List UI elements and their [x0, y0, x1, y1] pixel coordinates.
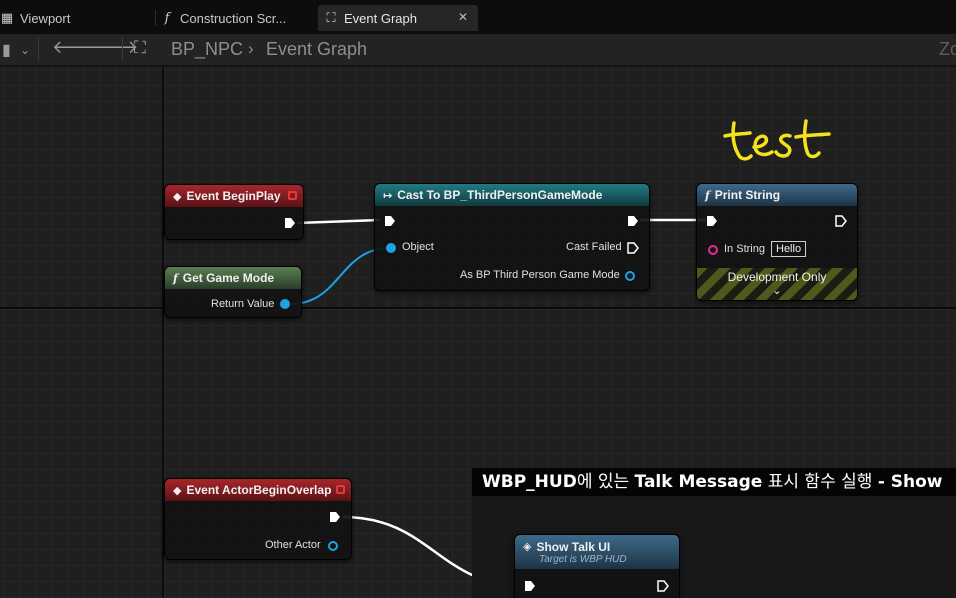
node-event-beginplay[interactable]: ◆ Event BeginPlay	[164, 184, 304, 240]
cast-failed-label: Cast Failed	[566, 241, 622, 253]
delegate-pin-icon[interactable]	[288, 191, 297, 200]
function-icon: f	[705, 188, 710, 202]
exec-out-pin-icon[interactable]	[627, 215, 639, 227]
caption-show: - Show	[877, 472, 943, 492]
tab-divider	[155, 10, 156, 26]
return-value-pin-icon[interactable]	[280, 299, 290, 309]
development-only-banner: Development Only ⌄	[697, 268, 857, 300]
node-title: Event BeginPlay	[186, 189, 281, 203]
node-title: Print String	[714, 188, 781, 202]
exec-out-pin-icon[interactable]	[329, 511, 341, 523]
handwritten-test-annotation	[723, 119, 831, 161]
node-print-string[interactable]: f Print String In String Hello Developme…	[696, 183, 858, 301]
exec-in-pin-icon[interactable]	[524, 580, 536, 592]
graph-canvas[interactable]: ◆ Event BeginPlay f Get Game Mode Return…	[0, 67, 956, 598]
toolbar-divider	[122, 37, 123, 61]
bookmark-icon[interactable]: ▮	[2, 40, 11, 60]
forward-arrow-icon[interactable]: 🡒	[90, 37, 138, 58]
exec-out-pin-icon[interactable]	[657, 580, 669, 592]
exec-wire-beginplay-cast	[296, 218, 381, 225]
event-icon: ◆	[173, 484, 182, 497]
breadcrumb-graph[interactable]: Event Graph	[266, 39, 367, 60]
return-value-label: Return Value	[211, 298, 275, 310]
editor-tab-bar: ▦ Viewport f Construction Scr... ⛶ Event…	[0, 0, 956, 34]
node-cast-to[interactable]: ↦ Cast To BP_ThirdPersonGameMode Object …	[374, 183, 650, 291]
cast-failed-pin-icon[interactable]	[627, 242, 639, 254]
caption-wbp-hud: WBP_HUD	[482, 472, 577, 492]
graph-icon: ⛶	[326, 10, 336, 25]
node-subtitle: Target is WBP HUD	[539, 553, 627, 565]
cast-icon: ↦	[383, 189, 393, 202]
function-icon: f	[164, 10, 170, 26]
node-event-actorbeginoverlap[interactable]: ◆ Event ActorBeginOverlap Other Actor	[164, 478, 352, 560]
caption-text-2: 표시 함수 실행	[762, 472, 878, 492]
exec-out-pin-icon[interactable]	[835, 215, 847, 227]
as-gamemode-pin-icon[interactable]	[625, 271, 635, 281]
zoom-label: Zo	[938, 39, 956, 59]
tab-construction-label: Construction Scr...	[180, 10, 287, 26]
node-title: Get Game Mode	[182, 271, 275, 285]
node-title: Event ActorBeginOverlap	[186, 483, 332, 497]
tab-construction-script[interactable]: f Construction Scr...	[160, 5, 310, 31]
development-only-label: Development Only	[727, 270, 827, 284]
node-get-game-mode[interactable]: f Get Game Mode Return Value	[164, 266, 302, 318]
delegate-pin-icon[interactable]	[336, 485, 345, 494]
expand-chevron-icon[interactable]: ⌄	[697, 284, 857, 297]
node-show-talk-ui[interactable]: ◈ Show Talk UI Target is WBP HUD	[514, 534, 680, 598]
grid-icon: ▦	[0, 10, 14, 25]
in-string-label: In String	[724, 243, 765, 255]
tab-viewport-label: Viewport	[20, 10, 71, 26]
caption-talk-message: Talk Message	[634, 472, 763, 492]
tab-event-graph[interactable]: ⛶ Event Graph ✕	[318, 5, 478, 31]
annotation-caption: WBP_HUD에 있는 Talk Message 표시 함수 실행 - Show	[472, 468, 956, 496]
function-icon: f	[173, 271, 178, 285]
object-label: Object	[402, 241, 434, 253]
toolbar-divider	[38, 37, 39, 61]
object-input-pin-icon[interactable]	[386, 243, 396, 253]
tab-event-graph-label: Event Graph	[344, 10, 417, 26]
graph-toolbar: ▮ ⌄ 🡐 🡒 ⛶ BP_NPC › Event Graph Zo	[0, 34, 956, 66]
in-string-pin-icon[interactable]	[708, 245, 718, 255]
blueprint-graph-icon: ⛶	[134, 38, 146, 57]
chevron-down-icon[interactable]: ⌄	[20, 43, 30, 57]
exec-in-pin-icon[interactable]	[706, 215, 718, 227]
tab-viewport[interactable]: ▦ Viewport	[0, 5, 150, 31]
in-string-input[interactable]: Hello	[771, 241, 807, 257]
node-title: Show Talk UI	[536, 539, 611, 554]
close-tab-icon[interactable]: ✕	[458, 10, 468, 24]
node-title: Cast To BP_ThirdPersonGameMode	[397, 188, 603, 202]
caption-text-1: 에 있는	[576, 472, 635, 492]
event-icon: ◆	[173, 190, 182, 203]
exec-in-pin-icon[interactable]	[384, 215, 396, 227]
other-actor-pin-icon[interactable]	[328, 541, 338, 551]
function-icon: ◈	[523, 541, 532, 553]
as-gamemode-label: As BP Third Person Game Mode	[460, 269, 620, 281]
exec-out-pin-icon[interactable]	[284, 217, 296, 229]
breadcrumb-blueprint[interactable]: BP_NPC	[171, 39, 243, 60]
breadcrumb-separator-icon: ›	[248, 39, 254, 58]
other-actor-label: Other Actor	[265, 539, 321, 551]
